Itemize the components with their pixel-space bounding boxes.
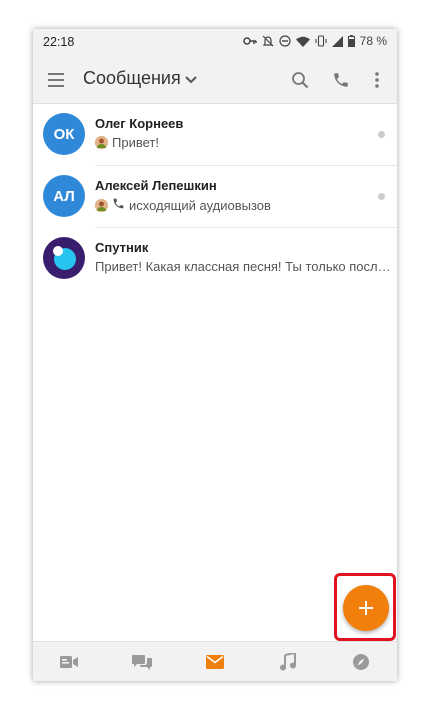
dnd-icon: [279, 35, 291, 47]
unread-dot: [378, 131, 385, 138]
sender-avatar-icon: [95, 198, 108, 212]
chat-name: Алексей Лепешкин: [95, 178, 217, 193]
page-title: Сообщения: [83, 68, 181, 88]
status-bar: 22:18 78 %: [33, 29, 397, 57]
chat-item[interactable]: Спутник Привет! Какая классная песня! Ты…: [33, 228, 397, 290]
sender-avatar-icon: [95, 136, 108, 149]
call-icon: [112, 197, 125, 213]
chat-name: Олег Корнеев: [95, 116, 184, 131]
key-icon: [242, 36, 257, 46]
vibrate-icon: [315, 35, 327, 47]
mail-icon[interactable]: [195, 647, 235, 677]
avatar: АЛ: [43, 175, 85, 217]
video-icon[interactable]: [49, 647, 89, 677]
chevron-down-icon: [184, 68, 197, 89]
bell-off-icon: [262, 35, 274, 47]
chat-preview: Привет! Какая классная песня! Ты только …: [95, 259, 391, 274]
title-dropdown[interactable]: Сообщения: [83, 68, 197, 89]
bottom-nav: [33, 641, 397, 681]
music-icon[interactable]: [268, 647, 308, 677]
chat-list: ОК Олег Корнеев Привет! АЛ Алексей Лепеш…: [33, 104, 397, 290]
more-icon[interactable]: [365, 68, 389, 92]
new-message-button[interactable]: [343, 585, 389, 631]
battery-icon: [347, 35, 355, 47]
chat-item[interactable]: АЛ Алексей Лепешкин исходящий аудиовызов: [33, 166, 397, 228]
menu-icon[interactable]: [47, 71, 65, 89]
unread-dot: [378, 193, 385, 200]
chat-preview: Привет!: [95, 135, 391, 150]
chat-name: Спутник: [95, 240, 149, 255]
chat-preview: исходящий аудиовызов: [95, 197, 391, 213]
status-icons: 78 %: [242, 34, 387, 48]
sputnik-logo-icon: [53, 246, 76, 270]
chat-item[interactable]: ОК Олег Корнеев Привет!: [33, 104, 397, 166]
battery-percent: 78 %: [359, 34, 387, 48]
signal-icon: [331, 35, 343, 47]
compass-icon[interactable]: [341, 647, 381, 677]
chats-icon[interactable]: [122, 647, 162, 677]
search-icon[interactable]: [288, 68, 312, 92]
status-time: 22:18: [43, 35, 75, 49]
bot-avatar: [43, 237, 85, 279]
avatar: ОК: [43, 113, 85, 155]
phone-icon[interactable]: [329, 68, 353, 92]
wifi-icon: [295, 36, 310, 47]
app-bar: Сообщения: [33, 57, 397, 104]
phone-screen: 22:18 78 % Сообщения ОК Олег Корнеев При…: [33, 29, 397, 681]
plus-icon: [359, 601, 373, 615]
